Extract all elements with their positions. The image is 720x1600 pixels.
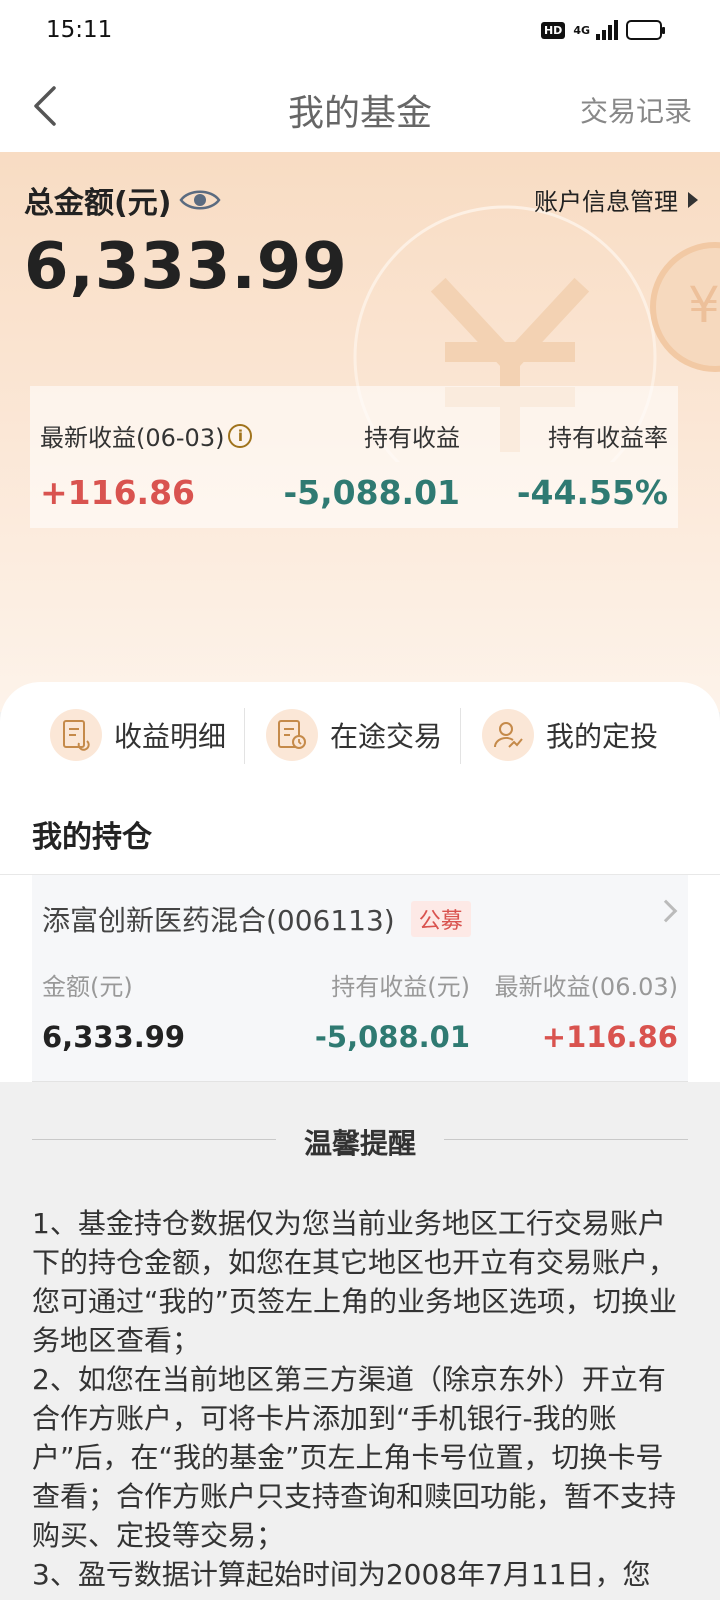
earnings-detail-button[interactable]: 收益明细 bbox=[50, 702, 226, 768]
fund-latest-earnings-value: +116.86 bbox=[541, 1020, 678, 1054]
main-panel: 收益明细 在途交易 我的定投 我的持仓 添富创新医药混合(006113) 公募 … bbox=[0, 682, 720, 1082]
holding-earnings: 持有收益 -5,088.01 bbox=[283, 424, 460, 512]
holding-return-rate: 持有收益率 -44.55% bbox=[516, 424, 668, 512]
hd-icon: HD bbox=[540, 21, 566, 39]
quick-actions: 收益明细 在途交易 我的定投 bbox=[0, 702, 720, 768]
triangle-right-icon bbox=[688, 191, 698, 208]
user-trend-icon bbox=[482, 709, 534, 761]
fund-holding-earnings-value: -5,088.01 bbox=[314, 1020, 470, 1054]
divider bbox=[444, 1139, 688, 1140]
transaction-records-link[interactable]: 交易记录 bbox=[580, 90, 692, 130]
clock-document-icon bbox=[266, 709, 318, 761]
holding-return-rate-value: -44.55% bbox=[516, 473, 668, 512]
latest-earnings: 最新收益(06-03) i +116.86 bbox=[40, 418, 253, 512]
latest-earnings-value: +116.86 bbox=[40, 473, 195, 512]
total-amount-value: 6,333.99 bbox=[24, 230, 348, 304]
fund-latest-earnings: 最新收益(06.03) +116.86 bbox=[494, 973, 678, 1054]
account-info-management-link[interactable]: 账户信息管理 bbox=[534, 182, 698, 217]
reminder-text: 1、基金持仓数据仅为您当前业务地区工行交易账户下的持仓金额，如您在其它地区也开立… bbox=[32, 1204, 690, 1594]
signal-icon bbox=[596, 20, 618, 40]
status-time: 15:11 bbox=[46, 17, 113, 43]
network-type: 4G bbox=[573, 23, 590, 37]
divider bbox=[460, 708, 461, 764]
fund-name-row: 添富创新医药混合(006113) 公募 bbox=[42, 899, 471, 939]
info-icon[interactable]: i bbox=[228, 423, 253, 448]
nav-bar: 我的基金 交易记录 bbox=[0, 62, 720, 152]
fund-holding-earnings: 持有收益(元) -5,088.01 bbox=[314, 973, 470, 1054]
holdings-title: 我的持仓 bbox=[32, 820, 152, 855]
total-amount-label: 总金额(元) bbox=[24, 178, 221, 222]
account-summary: ¥ 总金额(元) 账户信息管理 6,333.99 最新收益(06-03) i +1… bbox=[0, 152, 720, 712]
pending-transactions-button[interactable]: 在途交易 bbox=[266, 702, 442, 768]
battery-icon bbox=[626, 20, 665, 40]
fund-amount: 金额(元) 6,333.99 bbox=[42, 973, 186, 1054]
reminder-section: 温馨提醒 1、基金持仓数据仅为您当前业务地区工行交易账户下的持仓金额，如您在其它… bbox=[0, 1082, 720, 1600]
eye-icon[interactable] bbox=[179, 187, 221, 213]
chevron-right-icon bbox=[654, 899, 678, 923]
earnings-stats: 最新收益(06-03) i +116.86 持有收益 -5,088.01 持有收益… bbox=[30, 386, 678, 528]
reminder-paragraph: 1、基金持仓数据仅为您当前业务地区工行交易账户下的持仓金额，如您在其它地区也开立… bbox=[32, 1207, 678, 1357]
fund-type-badge: 公募 bbox=[410, 901, 471, 937]
document-icon bbox=[50, 709, 102, 761]
fund-card[interactable]: 添富创新医药混合(006113) 公募 金额(元) 6,333.99 持有收益(… bbox=[32, 875, 688, 1082]
holding-earnings-value: -5,088.01 bbox=[283, 473, 460, 512]
reminder-header: 温馨提醒 bbox=[32, 1118, 688, 1162]
divider bbox=[244, 708, 245, 764]
fund-amount-value: 6,333.99 bbox=[42, 1020, 186, 1054]
reminder-title: 温馨提醒 bbox=[303, 1127, 416, 1160]
status-bar: 15:11 HD 4G bbox=[0, 0, 720, 62]
fund-name: 添富创新医药混合(006113) bbox=[42, 904, 395, 937]
system-icons: HD 4G bbox=[540, 20, 665, 40]
reminder-paragraph: 3、盈亏数据计算起始时间为2008年7月11日，您 bbox=[32, 1558, 651, 1591]
reminder-paragraph: 2、如您在当前地区第三方渠道（除京东外）开立有合作方账户，可将卡片添加到“手机银… bbox=[32, 1363, 677, 1552]
my-fixed-investment-button[interactable]: 我的定投 bbox=[482, 702, 658, 768]
